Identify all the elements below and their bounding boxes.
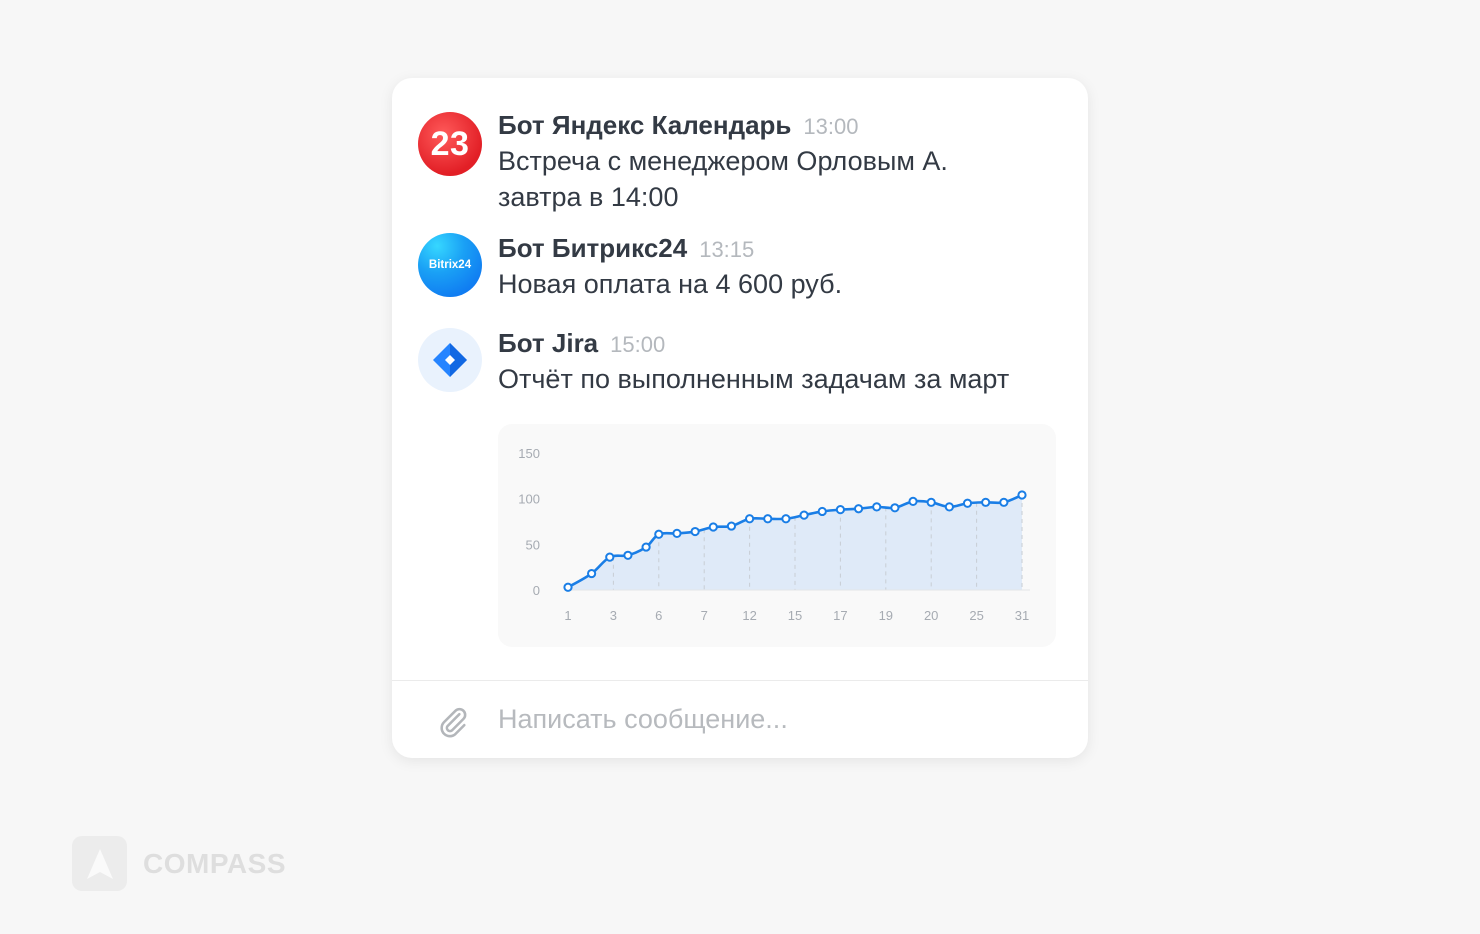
message-input[interactable] — [498, 699, 1058, 739]
data-point — [853, 504, 864, 514]
x-tick-label: 15 — [788, 608, 802, 623]
avatar-label: Bitrix24 — [428, 259, 472, 271]
jira-diamond-icon — [433, 343, 467, 377]
data-point — [817, 506, 827, 517]
data-point — [708, 522, 718, 532]
y-tick-label: 0 — [533, 583, 540, 598]
y-tick-label: 50 — [526, 537, 540, 552]
data-point — [799, 510, 809, 520]
data-point — [872, 502, 882, 512]
data-point — [781, 514, 791, 524]
data-point — [587, 568, 597, 579]
calendar-date-icon[interactable]: 23 — [418, 112, 482, 176]
data-point — [654, 529, 664, 539]
message-author[interactable]: Бот Битрикс24 — [498, 233, 687, 264]
data-point — [981, 497, 991, 507]
data-point — [641, 542, 651, 552]
brand-logo: COMPASS — [72, 836, 286, 891]
data-point — [999, 497, 1009, 507]
data-point — [690, 526, 700, 537]
data-point — [563, 582, 573, 592]
compass-logo-icon — [72, 836, 127, 891]
data-point — [763, 514, 773, 524]
data-point — [605, 552, 615, 562]
avatar-date: 23 — [430, 124, 470, 163]
data-point — [672, 528, 682, 538]
message-time: 15:00 — [610, 332, 666, 357]
x-tick-label: 19 — [879, 608, 893, 623]
chat-card: 23 Бот Яндекс Календарь 13:00 Встреча с … — [392, 78, 1088, 758]
bitrix24-logo-icon[interactable]: Bitrix24 — [418, 233, 482, 297]
x-tick-label: 31 — [1015, 608, 1029, 623]
chart-attachment[interactable]: 0 50 100 150 1 3 6 7 12 15 17 19 20 25 31 — [498, 424, 1056, 647]
message-composer — [392, 681, 1088, 758]
data-point — [835, 505, 845, 515]
x-tick-label: 7 — [701, 608, 708, 623]
message-time: 13:00 — [803, 114, 859, 139]
message-text: Новая оплата на 4 600 руб. — [498, 269, 843, 299]
data-point — [726, 521, 737, 531]
x-tick-label: 20 — [924, 608, 938, 623]
y-tick-label: 150 — [518, 446, 540, 461]
data-point — [623, 550, 633, 560]
x-tick-label: 17 — [833, 608, 847, 623]
data-point — [926, 497, 936, 507]
message-time: 13:15 — [699, 237, 755, 262]
data-point — [944, 502, 954, 512]
data-point — [908, 496, 918, 507]
x-tick-label: 3 — [610, 608, 617, 623]
brand-name: COMPASS — [143, 847, 286, 879]
message-author[interactable]: Бот Яндекс Календарь — [498, 110, 791, 141]
message-text: Отчёт по выполненным задачам за март — [498, 364, 1010, 394]
data-point — [745, 514, 755, 524]
message-author[interactable]: Бот Jira — [498, 328, 598, 359]
y-tick-label: 100 — [518, 492, 540, 507]
paperclip-icon[interactable] — [436, 705, 470, 739]
data-point — [962, 498, 973, 508]
x-tick-label: 1 — [564, 608, 571, 623]
jira-logo-icon[interactable] — [418, 328, 482, 392]
x-tick-label: 6 — [655, 608, 662, 623]
message-text: Встреча с менеджером Орловым А. завтра в… — [498, 146, 948, 212]
x-tick-label: 12 — [742, 608, 756, 623]
line-chart: 0 50 100 150 1 3 6 7 12 15 17 19 20 25 31 — [518, 446, 1030, 623]
data-point — [890, 503, 900, 513]
data-point — [1017, 490, 1027, 500]
x-tick-label: 25 — [969, 608, 983, 623]
